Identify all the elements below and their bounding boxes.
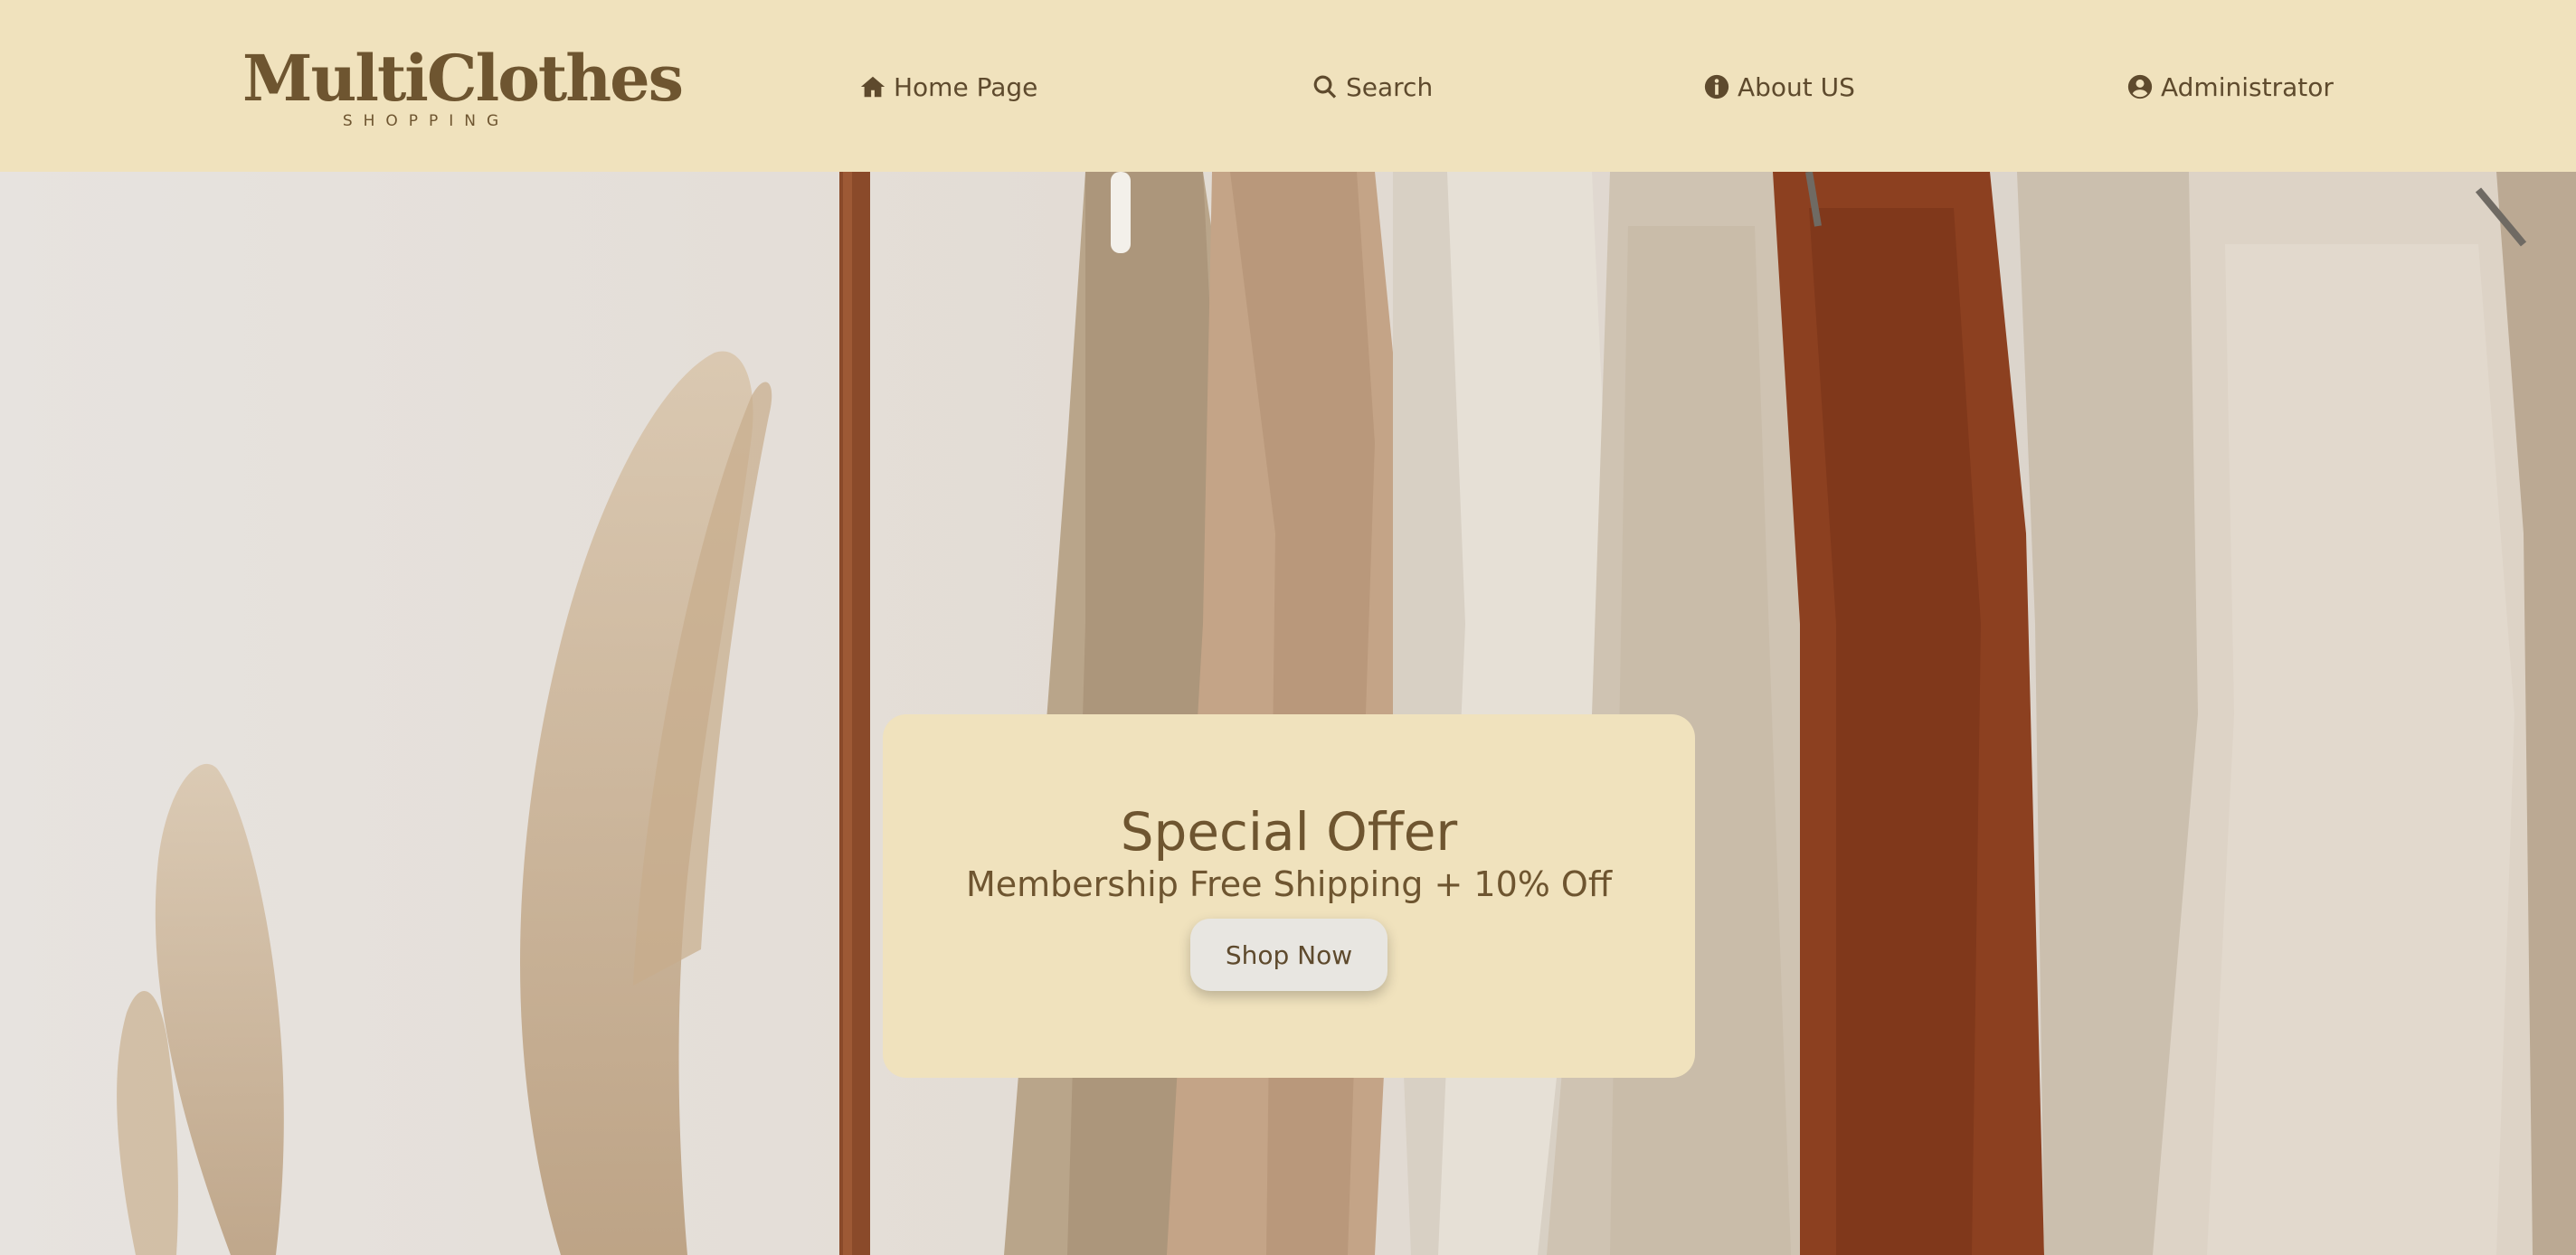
brand-logo[interactable]: MultiClothes SHOPPING xyxy=(242,41,684,131)
nav-about-link[interactable]: About US xyxy=(1703,67,1855,107)
nav-admin-link[interactable]: Administrator xyxy=(2126,67,2334,107)
brand-title: MultiClothes xyxy=(242,41,684,116)
hero-banner: Special Offer Membership Free Shipping +… xyxy=(0,172,2576,1255)
site-header: MultiClothes SHOPPING Home Page Search A… xyxy=(0,0,2576,172)
user-circle-icon xyxy=(2127,74,2153,99)
nav-search-label: Search xyxy=(1346,71,1434,102)
search-icon xyxy=(1313,75,1337,99)
hero-clothing-rack-image xyxy=(0,172,2576,1255)
home-icon xyxy=(860,76,886,98)
info-circle-icon xyxy=(1704,74,1729,99)
nav-home-label: Home Page xyxy=(894,71,1038,102)
nav-admin-label: Administrator xyxy=(2161,71,2334,102)
special-offer-card: Special Offer Membership Free Shipping +… xyxy=(883,714,1695,1078)
nav-search-link[interactable]: Search xyxy=(1312,67,1433,107)
nav-about-label: About US xyxy=(1738,71,1855,102)
offer-subtitle: Membership Free Shipping + 10% Off xyxy=(965,864,1613,904)
nav-home-link[interactable]: Home Page xyxy=(859,67,1037,107)
offer-title: Special Offer xyxy=(1120,801,1458,863)
shop-now-button[interactable]: Shop Now xyxy=(1190,919,1387,991)
